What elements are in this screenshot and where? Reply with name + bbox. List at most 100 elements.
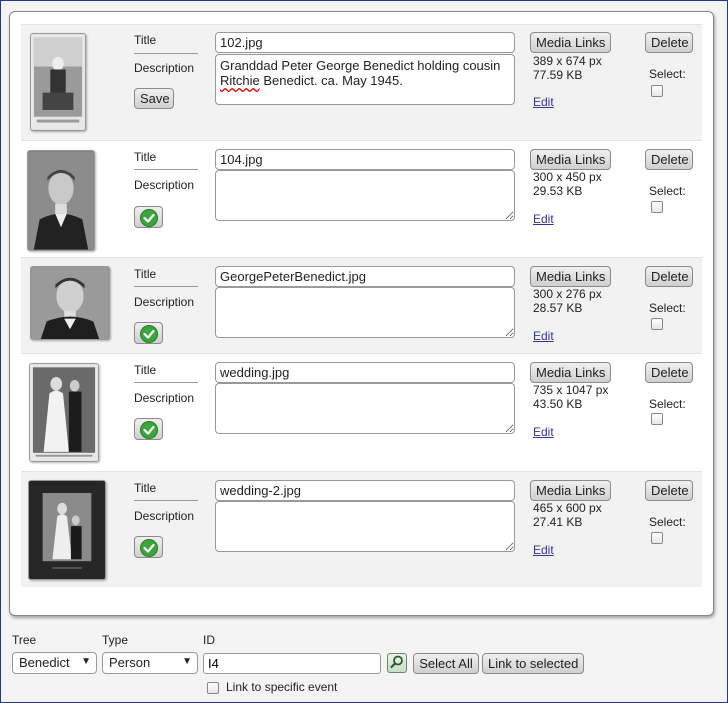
title-label: Title: [134, 363, 157, 377]
select-checkbox[interactable]: [651, 85, 663, 97]
media-links-button[interactable]: Media Links: [530, 362, 611, 383]
edit-link[interactable]: Edit: [533, 425, 554, 439]
link-to-event-checkbox[interactable]: [207, 682, 219, 694]
image-dimensions: 735 x 1047 px: [533, 383, 609, 397]
description-label: Description: [134, 61, 195, 75]
thumbnail-image[interactable]: [30, 266, 110, 340]
photo-graphic: [29, 481, 105, 579]
confirm-button[interactable]: [134, 418, 163, 440]
misspelled-word: Ritchie: [220, 73, 260, 88]
thumbnail-image[interactable]: [28, 480, 106, 580]
check-icon: [139, 538, 158, 557]
description-label: Description: [134, 178, 195, 192]
select-all-button[interactable]: Select All: [413, 653, 479, 674]
photo-graphic: [31, 267, 109, 339]
label-divider: [134, 382, 198, 383]
media-list: Title Description Save Granddad Peter Ge…: [21, 24, 702, 587]
magnifier-icon: [390, 655, 403, 669]
select-label: Select:: [649, 301, 686, 315]
thumbnail-image[interactable]: [27, 150, 95, 251]
find-id-button[interactable]: [387, 653, 407, 673]
file-size: 77.59 KB: [533, 68, 583, 82]
type-select[interactable]: Person ▼: [102, 652, 198, 674]
file-size: 28.57 KB: [533, 301, 583, 315]
description-label: Description: [134, 295, 195, 309]
label-divider: [134, 169, 198, 170]
dropdown-arrow-icon: ▼: [182, 656, 192, 667]
thumbnail-image[interactable]: [29, 363, 99, 462]
description-textarea[interactable]: [215, 383, 515, 434]
image-dimensions: 300 x 450 px: [533, 170, 602, 184]
delete-button[interactable]: Delete: [645, 362, 693, 383]
select-checkbox[interactable]: [651, 201, 663, 213]
dropdown-arrow-icon: ▼: [81, 656, 91, 667]
select-checkbox[interactable]: [651, 318, 663, 330]
title-label: Title: [134, 150, 157, 164]
photo-graphic: [30, 364, 98, 461]
label-divider: [134, 286, 198, 287]
edit-link[interactable]: Edit: [533, 543, 554, 557]
edit-link[interactable]: Edit: [533, 212, 554, 226]
delete-button[interactable]: Delete: [645, 32, 693, 53]
title-label: Title: [134, 33, 157, 47]
select-label: Select:: [649, 515, 686, 529]
thumbnail-image[interactable]: [30, 33, 86, 131]
check-icon: [139, 420, 158, 439]
media-links-button[interactable]: Media Links: [530, 149, 611, 170]
id-label: ID: [203, 633, 215, 647]
file-size: 29.53 KB: [533, 184, 583, 198]
delete-button[interactable]: Delete: [645, 266, 693, 287]
confirm-button[interactable]: [134, 536, 163, 558]
title-input[interactable]: [215, 149, 515, 170]
id-input[interactable]: [203, 653, 381, 674]
type-select-value: Person: [109, 655, 151, 670]
delete-button[interactable]: Delete: [645, 480, 693, 501]
confirm-button[interactable]: [134, 322, 163, 344]
edit-link[interactable]: Edit: [533, 329, 554, 343]
check-icon: [139, 208, 158, 227]
description-textarea[interactable]: [215, 287, 515, 338]
media-links-button[interactable]: Media Links: [530, 480, 611, 501]
file-size: 43.50 KB: [533, 397, 583, 411]
link-to-selected-button[interactable]: Link to selected: [482, 653, 584, 674]
photo-graphic: [28, 151, 94, 250]
description-label: Description: [134, 391, 195, 405]
select-checkbox[interactable]: [651, 413, 663, 425]
media-row: Title Description Save Granddad Peter Ge…: [21, 24, 702, 140]
title-input[interactable]: [215, 32, 515, 53]
select-checkbox[interactable]: [651, 532, 663, 544]
media-panel: Title Description Save Granddad Peter Ge…: [9, 11, 714, 616]
media-row: Title Description Media Links 735 x 1047…: [21, 353, 702, 471]
image-dimensions: 465 x 600 px: [533, 501, 602, 515]
tree-select[interactable]: Benedict ▼: [12, 652, 97, 674]
label-divider: [134, 53, 198, 54]
media-row: Title Description Media Links 465 x 600 …: [21, 471, 702, 587]
image-dimensions: 300 x 276 px: [533, 287, 602, 301]
title-label: Title: [134, 481, 157, 495]
select-label: Select:: [649, 397, 686, 411]
edit-link[interactable]: Edit: [533, 95, 554, 109]
select-label: Select:: [649, 67, 686, 81]
title-input[interactable]: [215, 362, 515, 383]
label-divider: [134, 500, 198, 501]
file-size: 27.41 KB: [533, 515, 583, 529]
check-icon: [139, 324, 158, 343]
description-label: Description: [134, 509, 195, 523]
description-textarea[interactable]: Granddad Peter George Benedict holding c…: [215, 54, 515, 105]
description-text-end: Benedict. ca. May 1945.: [259, 73, 403, 88]
description-text: Granddad Peter George Benedict holding c…: [220, 58, 501, 73]
media-links-button[interactable]: Media Links: [530, 32, 611, 53]
type-label: Type: [102, 633, 129, 647]
select-label: Select:: [649, 184, 686, 198]
confirm-button[interactable]: [134, 206, 163, 228]
description-textarea[interactable]: [215, 501, 515, 552]
save-button[interactable]: Save: [134, 88, 174, 109]
link-to-event-label: Link to specific event: [226, 680, 338, 694]
media-links-button[interactable]: Media Links: [530, 266, 611, 287]
title-input[interactable]: [215, 266, 515, 287]
delete-button[interactable]: Delete: [645, 149, 693, 170]
tree-label: Tree: [12, 633, 37, 647]
description-textarea[interactable]: [215, 170, 515, 221]
media-row: Title Description Media Links 300 x 276 …: [21, 257, 702, 353]
title-input[interactable]: [215, 480, 515, 501]
